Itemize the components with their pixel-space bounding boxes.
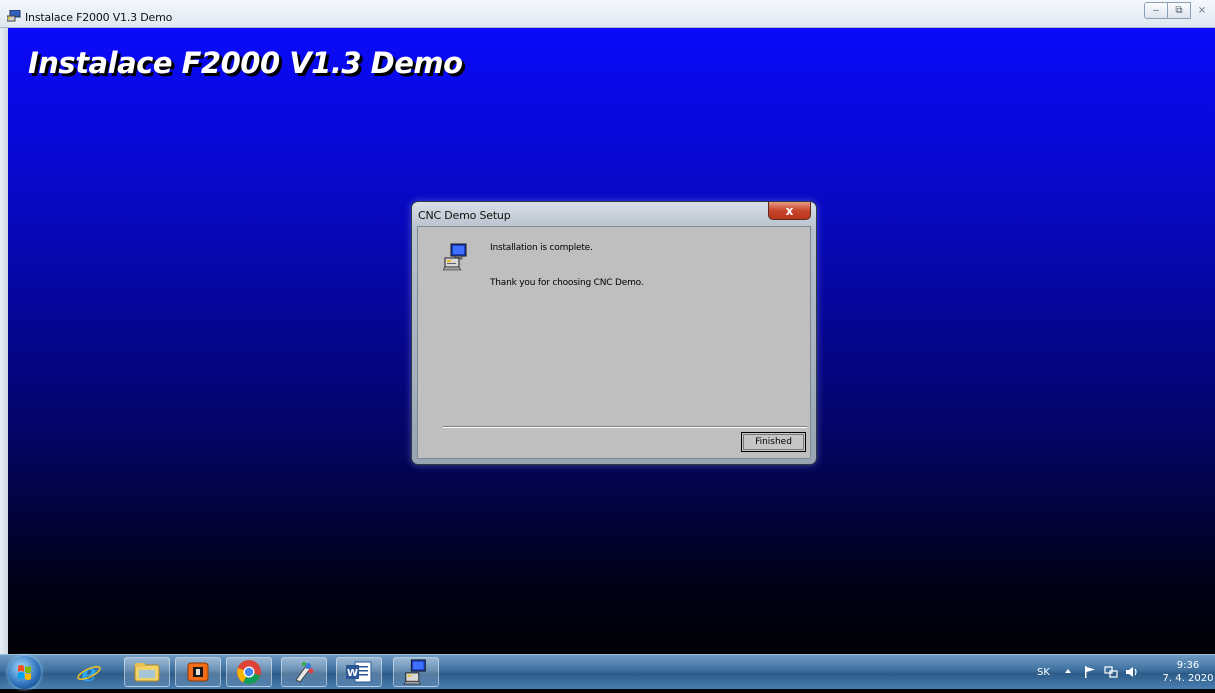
close-button[interactable]: ⨯ [1190,2,1214,19]
window-titlebar[interactable]: Instalace F2000 V1.3 Demo ‒ ⧉ ⨯ [0,0,1215,28]
taskbar-app-media-player[interactable] [175,657,221,687]
finished-button[interactable]: Finished [741,432,806,452]
minimize-button[interactable]: ‒ [1144,2,1168,19]
taskbar: e W SK 9:36 7. 4. 2020 [0,654,1215,689]
dialog-title: CNC Demo Setup [418,209,511,222]
taskbar-app-file-explorer[interactable] [124,657,170,687]
setup-dialog: CNC Demo Setup x Installation is complet… [411,201,817,465]
close-icon: x [785,203,794,218]
minimize-icon: ‒ [1152,5,1160,16]
word-icon: W [346,661,372,683]
close-icon: ⨯ [1197,5,1207,16]
folder-icon [134,663,160,682]
tray-language[interactable]: SK [1037,667,1050,678]
media-player-icon [187,662,209,682]
installer-heading: Instalace F2000 V1.3 Demo [28,46,463,80]
taskbar-app-setup[interactable] [393,657,439,687]
tray-clock-date[interactable]: 7. 4. 2020 [1162,673,1214,684]
internet-explorer-icon: e [77,659,101,685]
start-button[interactable] [8,656,41,689]
setup-computer-icon [403,659,426,685]
window-left-border [0,28,8,654]
dialog-close-button[interactable]: x [768,202,811,220]
taskbar-app-internet-explorer[interactable]: e [66,657,112,687]
taskbar-app-word[interactable]: W [336,657,382,687]
window-title: Instalace F2000 V1.3 Demo [25,11,173,24]
show-hidden-icons-icon[interactable] [1063,665,1073,677]
network-icon[interactable] [1104,665,1118,679]
dialog-content: Installation is complete. Thank you for … [417,226,811,459]
tray-clock-time[interactable]: 9:36 [1166,660,1210,671]
action-center-flag-icon[interactable] [1083,665,1097,679]
message-thank-you: Thank you for choosing CNC Demo. [490,278,644,288]
windows-start-icon [18,665,31,680]
maximize-button[interactable]: ⧉ [1167,2,1191,19]
app-icon [7,10,21,22]
taskbar-app-paint[interactable] [281,657,327,687]
taskbar-app-chrome[interactable] [226,657,272,687]
chrome-icon [237,660,261,684]
setup-computer-icon [443,243,467,271]
separator [443,426,807,428]
message-installation-complete: Installation is complete. [490,243,593,253]
maximize-icon: ⧉ [1175,5,1183,16]
volume-icon[interactable] [1125,665,1139,679]
svg-text:W: W [347,668,358,679]
paint-icon [295,662,314,683]
